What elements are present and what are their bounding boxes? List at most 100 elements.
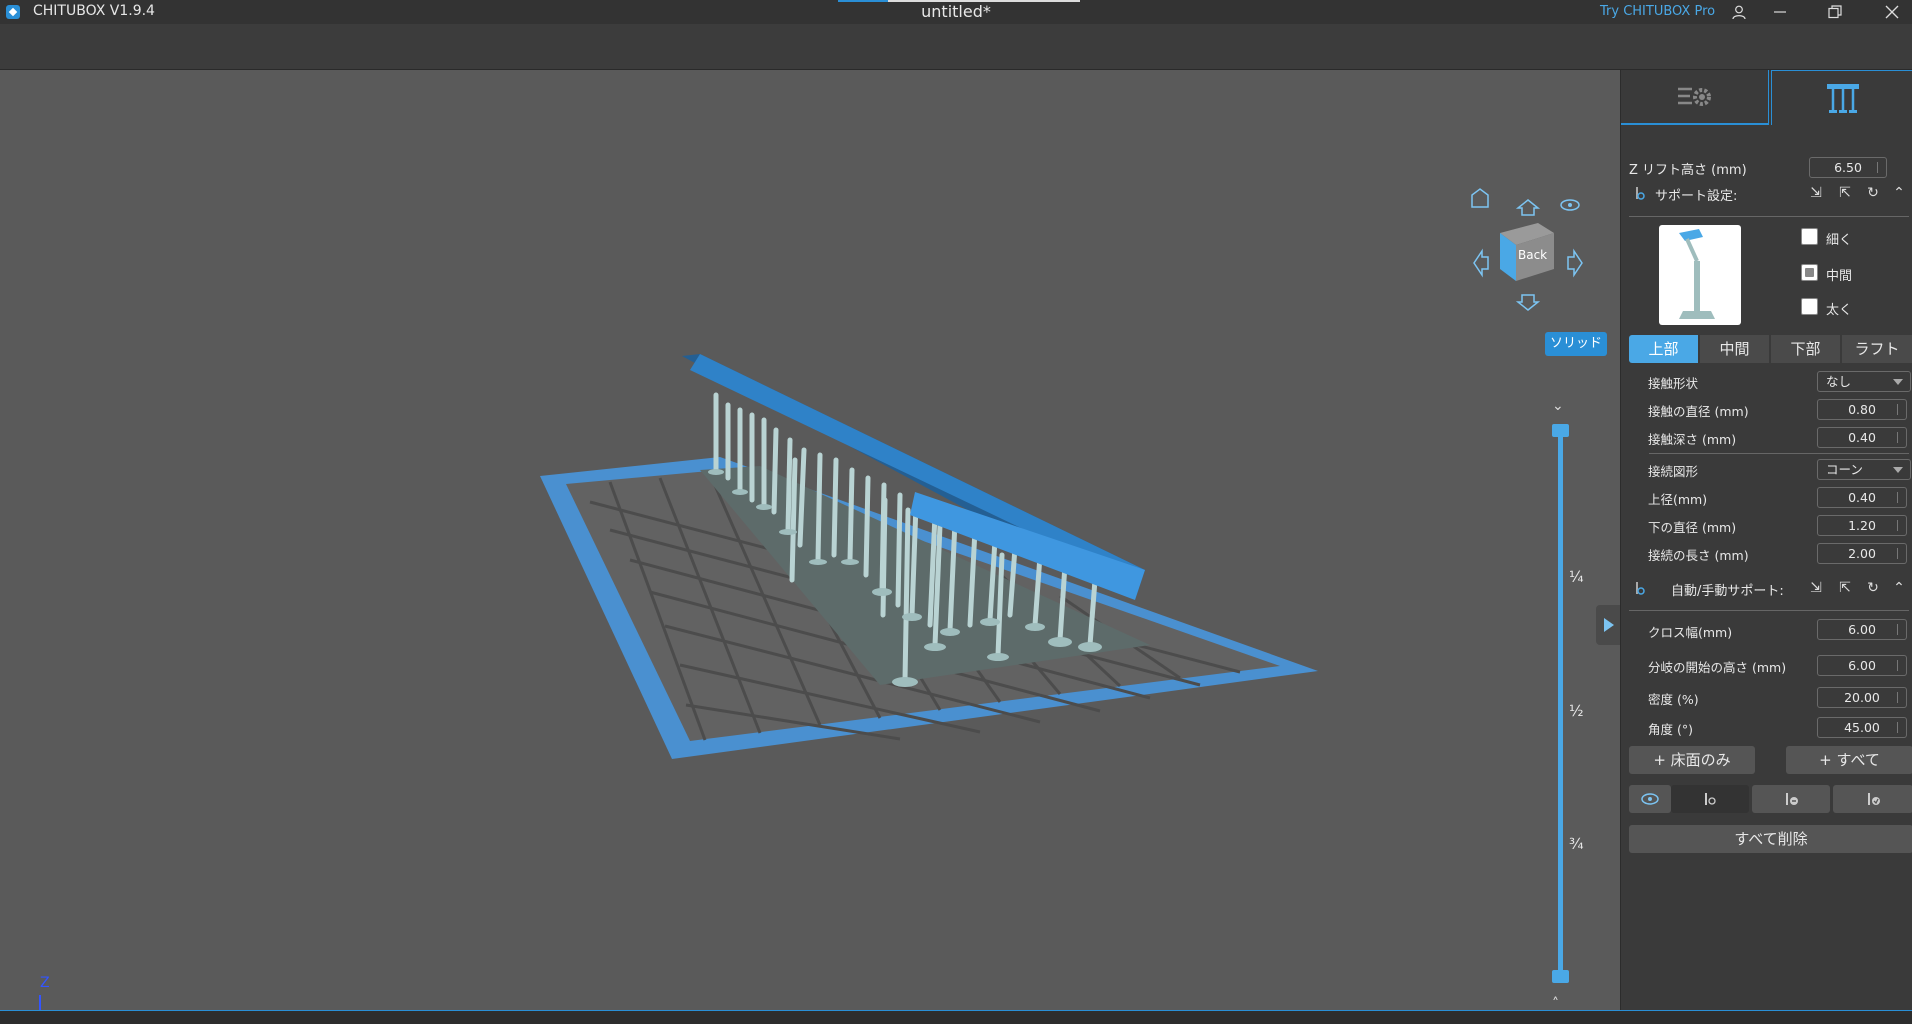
support-settings-header: サポート設定: ⇲ ⇱ ↻ ⌃ (1621, 180, 1912, 206)
thin-checkbox-row[interactable]: 細く (1801, 227, 1911, 248)
scene-render (540, 354, 1318, 759)
reset-icon[interactable]: ↻ (1863, 578, 1883, 598)
cross-width-input[interactable]: 6.00 (1817, 619, 1907, 640)
nav-cube-face-label: Back (1518, 248, 1548, 262)
support-part-tabs: 上部 中間 下部 ラフト (1629, 335, 1912, 363)
z-lift-input[interactable]: 6.50 (1809, 157, 1887, 178)
lower-diameter-label: 下の直径 (mm) (1648, 520, 1737, 535)
upper-diameter-label: 上径(mm) (1648, 492, 1708, 507)
thin-label: 細く (1826, 233, 1853, 248)
slider-tick-quarter: ¼ (1569, 568, 1584, 586)
remove-support-tool-button[interactable] (1752, 785, 1830, 813)
field-row: 密度 (%) 20.00 (1621, 685, 1912, 709)
thin-checkbox[interactable] (1801, 228, 1818, 245)
chevron-up-icon[interactable]: ˄ (1552, 996, 1559, 1010)
add-all-button[interactable]: + すべて (1786, 746, 1912, 774)
slider-tick-half: ½ (1569, 702, 1584, 720)
connection-length-label: 接続の長さ (mm) (1648, 548, 1749, 563)
remove-support-icon (1786, 793, 1798, 805)
3d-viewport[interactable]: Back ソリッド ⌄ ¼ ½ ¾ ˄ Z X Y (0, 70, 1620, 1010)
thick-label: 太く (1826, 303, 1853, 318)
support-pin-icon (1636, 582, 1645, 595)
axis-gizmo: Z X Y (0, 975, 70, 1010)
edit-support-tool-button[interactable] (1833, 785, 1912, 813)
view-down-arrow-icon (1515, 294, 1541, 311)
chevron-down-icon[interactable]: ⌄ (1552, 398, 1564, 414)
eye-icon (1641, 793, 1659, 805)
branch-start-height-input[interactable]: 6.00 (1817, 655, 1907, 676)
collapse-up-icon[interactable]: ⌃ (1889, 578, 1909, 598)
view-up-arrow-icon (1515, 199, 1541, 216)
medium-checkbox-row[interactable]: 中間 (1801, 263, 1911, 284)
z-lift-label: Z リフト高さ (mm) (1629, 163, 1747, 178)
minimize-icon[interactable] (1762, 0, 1798, 24)
tab-support[interactable] (1771, 70, 1912, 125)
support-panel: Z リフト高さ (mm) 6.50 サポート設定: ⇲ ⇱ ↻ ⌃ 細く 中間 … (1620, 70, 1912, 1010)
try-pro-link[interactable]: Try CHITUBOX Pro (1600, 4, 1715, 19)
angle-label: 角度 (°) (1648, 722, 1693, 737)
slider-tick-three-quarter: ¾ (1569, 835, 1584, 853)
support-structure-icon (1826, 84, 1859, 113)
add-support-icon (1705, 793, 1716, 805)
add-support-tool-button[interactable] (1671, 785, 1749, 813)
toggle-visibility-button[interactable] (1629, 785, 1671, 813)
delete-all-button[interactable]: すべて削除 (1629, 825, 1912, 853)
auto-support-title: 自動/手動サポート: (1671, 584, 1784, 599)
field-row: クロス幅(mm) 6.00 (1621, 617, 1912, 641)
tab-bottom[interactable]: 下部 (1771, 335, 1841, 363)
user-icon[interactable] (1721, 0, 1757, 24)
layer-slider[interactable]: ⌄ ¼ ½ ¾ ˄ (1535, 398, 1585, 1010)
view-right-arrow-icon (1567, 248, 1583, 278)
export-icon[interactable]: ⇱ (1835, 183, 1855, 203)
z-lift-row: Z リフト高さ (mm) 6.50 (1621, 155, 1912, 179)
panel-tabs (1621, 70, 1912, 125)
reset-icon[interactable]: ↻ (1863, 183, 1883, 203)
connection-length-input[interactable]: 2.00 (1817, 543, 1907, 564)
toolbar (0, 24, 1912, 70)
field-row: 接触形状 なし (1621, 369, 1912, 393)
tab-settings[interactable] (1621, 70, 1769, 125)
contact-depth-input[interactable]: 0.40 (1817, 427, 1907, 448)
density-input[interactable]: 20.00 (1817, 687, 1907, 708)
tab-middle[interactable]: 中間 (1700, 335, 1770, 363)
tab-top[interactable]: 上部 (1629, 335, 1699, 363)
slider-top-handle[interactable] (1552, 424, 1569, 437)
field-row: 角度 (°) 45.00 (1621, 715, 1912, 739)
support-pin-icon (1636, 187, 1645, 200)
lower-diameter-input[interactable]: 1.20 (1817, 515, 1907, 536)
app-window: CHITUBOX V1.9.4 untitled* Try CHITUBOX P… (0, 0, 1912, 1024)
medium-label: 中間 (1826, 269, 1853, 284)
thick-checkbox-row[interactable]: 太く (1801, 297, 1911, 318)
medium-checkbox[interactable] (1801, 264, 1818, 281)
add-platform-only-button[interactable]: + 床面のみ (1629, 746, 1755, 774)
slider-bottom-handle[interactable] (1552, 970, 1569, 983)
panel-collapse-toggle[interactable] (1596, 605, 1620, 645)
restore-icon[interactable] (1817, 0, 1853, 24)
density-label: 密度 (%) (1648, 692, 1699, 707)
field-row: 接続図形 コーン (1621, 457, 1912, 481)
edit-support-icon (1868, 793, 1880, 805)
collapse-up-icon[interactable]: ⌃ (1889, 183, 1909, 203)
contact-depth-label: 接触深さ (mm) (1648, 432, 1737, 447)
export-icon[interactable]: ⇱ (1835, 578, 1855, 598)
connection-shape-select[interactable]: コーン (1817, 459, 1911, 480)
support-preview-image (1659, 225, 1741, 325)
contact-shape-label: 接触形状 (1648, 376, 1699, 391)
contact-diameter-input[interactable]: 0.80 (1817, 399, 1907, 420)
angle-input[interactable]: 45.00 (1817, 717, 1907, 738)
navigation-cube[interactable]: Back (1460, 165, 1600, 325)
render-mode-button[interactable]: ソリッド (1545, 332, 1608, 356)
thick-checkbox[interactable] (1801, 298, 1818, 315)
upper-diameter-input[interactable]: 0.40 (1817, 487, 1907, 508)
tab-raft[interactable]: ラフト (1842, 335, 1912, 363)
slider-track[interactable] (1558, 430, 1563, 976)
support-settings-title: サポート設定: (1655, 189, 1738, 204)
close-icon[interactable] (1874, 0, 1910, 24)
axis-z-label: Z (40, 975, 50, 991)
connection-shape-label: 接続図形 (1648, 464, 1699, 479)
field-row: 接続の長さ (mm) 2.00 (1621, 541, 1912, 565)
import-icon[interactable]: ⇲ (1806, 578, 1826, 598)
contact-shape-select[interactable]: なし (1817, 371, 1911, 392)
import-icon[interactable]: ⇲ (1806, 183, 1826, 203)
field-row: 接触の直径 (mm) 0.80 (1621, 397, 1912, 421)
